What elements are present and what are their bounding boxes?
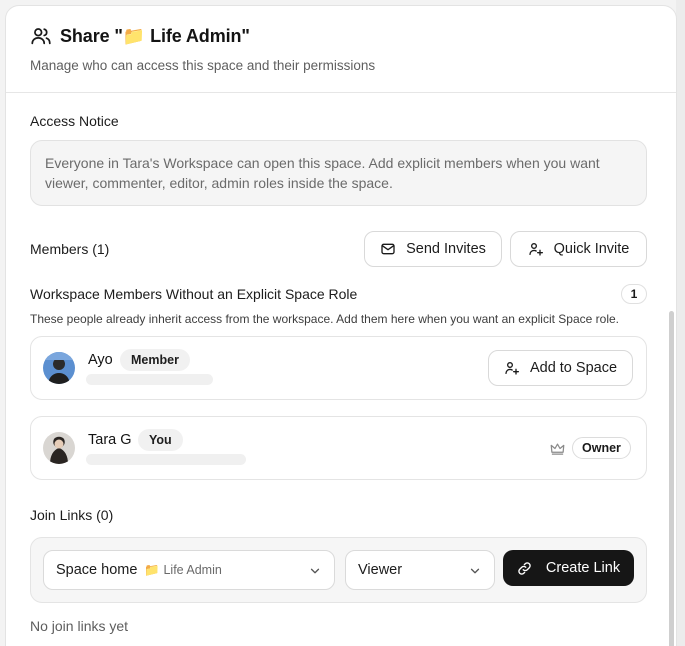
avatar: [43, 352, 75, 384]
link-icon: [518, 561, 531, 575]
chevron-down-icon: [470, 568, 480, 574]
workspace-member-row: Ayo Member Add to Space: [30, 336, 647, 400]
quick-invite-label: Quick Invite: [553, 241, 630, 257]
dialog-title: Share "📁 Life Admin": [60, 25, 250, 46]
role-owner-pill: Owner: [572, 437, 631, 459]
user-plus-icon: [528, 243, 543, 256]
quick-invite-button[interactable]: Quick Invite: [510, 231, 647, 267]
join-link-form: Space home 📁 Life Admin Viewer Create Li…: [30, 537, 647, 603]
send-invites-label: Send Invites: [406, 241, 486, 257]
workspace-members-count: 1: [621, 284, 647, 304]
space-member-row: Tara G You Owner: [30, 416, 647, 480]
space-target-value: Space home: [56, 562, 138, 578]
access-notice-label: Access Notice: [30, 113, 119, 129]
add-to-space-button[interactable]: Add to Space: [488, 350, 633, 386]
crown-icon: [550, 443, 565, 455]
create-link-button[interactable]: Create Link: [503, 550, 634, 586]
you-badge: You: [138, 429, 183, 451]
background-page-edge: [676, 0, 685, 646]
users-icon: [30, 25, 52, 47]
role-select[interactable]: Viewer: [345, 550, 495, 590]
no-join-links-text: No join links yet: [30, 618, 129, 634]
member-role-badge: Member: [120, 349, 190, 371]
share-dialog: Share "📁 Life Admin" Manage who can acce…: [5, 5, 677, 646]
member-name: Tara G: [88, 432, 132, 448]
create-link-label: Create Link: [545, 560, 621, 576]
access-notice-box: Everyone in Tara's Workspace can open th…: [30, 140, 647, 206]
join-links-label: Join Links (0): [30, 507, 114, 523]
workspace-members-heading: Workspace Members Without an Explicit Sp…: [30, 286, 358, 302]
member-email-placeholder: [86, 454, 246, 465]
members-label: Members (1): [30, 241, 110, 257]
scrollbar[interactable]: [669, 311, 674, 646]
chevron-down-icon: [310, 568, 320, 574]
member-name: Ayo: [88, 352, 113, 368]
space-target-select[interactable]: Space home 📁 Life Admin: [43, 550, 335, 590]
mail-icon: [381, 243, 395, 255]
send-invites-button[interactable]: Send Invites: [364, 231, 502, 267]
dialog-subtitle: Manage who can access this space and the…: [30, 58, 376, 73]
member-email-placeholder: [86, 374, 213, 385]
user-plus-icon: [505, 362, 519, 375]
workspace-members-helper: These people already inherit access from…: [30, 312, 619, 326]
avatar: [43, 432, 75, 464]
add-to-space-label: Add to Space: [529, 360, 618, 376]
dialog-header: Share "📁 Life Admin" Manage who can acce…: [6, 6, 676, 93]
space-target-subvalue: 📁 Life Admin: [144, 562, 222, 577]
role-select-value: Viewer: [358, 562, 403, 578]
